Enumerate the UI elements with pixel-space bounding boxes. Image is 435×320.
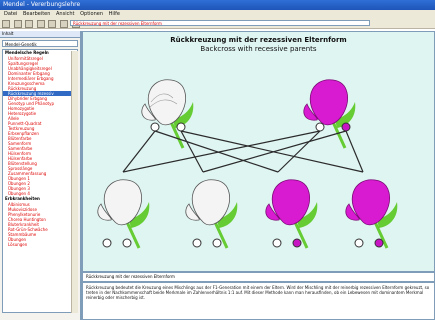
sidebar-title: Inhalt xyxy=(0,31,80,38)
table-of-contents: Mendelsche Regeln Uniformitätsregel Spaltu… xyxy=(2,49,78,313)
home-button[interactable] xyxy=(25,20,34,28)
offspring-white-flower-2 xyxy=(185,179,239,250)
offspring-gametes xyxy=(102,238,384,248)
figure-canvas: Rückkreuzung mit der rezessiven Elternfo… xyxy=(83,32,434,271)
back-button[interactable] xyxy=(2,20,10,28)
parent-gametes xyxy=(150,122,351,132)
sidebar-scrollbar[interactable] xyxy=(71,51,78,313)
caption-bar: Rückkreuzung mit der rezessiven Elternfo… xyxy=(82,272,435,282)
parent-magenta-flower xyxy=(303,79,357,150)
toc-item[interactable]: Lösungen xyxy=(3,242,77,247)
menu-item-view[interactable]: Ansicht xyxy=(56,11,74,17)
window-titlebar: Mendel - Vererbungslehre xyxy=(0,0,435,10)
toolbar: Rückkreuzung mit der rezessiven Elternfo… xyxy=(0,19,435,29)
description-text: Rückkreuzung bedeutet die Kreuzung eines… xyxy=(82,282,435,320)
window-title: Mendel - Vererbungslehre xyxy=(3,1,81,8)
zoom-in-button[interactable] xyxy=(48,20,57,28)
print-button[interactable] xyxy=(36,20,45,28)
menu-item-edit[interactable]: Bearbeiten xyxy=(23,11,50,17)
topic-dropdown[interactable]: Mendel-Genetik xyxy=(2,40,78,47)
caption-label: Rückkreuzung mit der rezessiven Elternfo… xyxy=(86,274,175,279)
offspring-magenta-flower-2 xyxy=(345,179,399,250)
offspring-white-flower-1 xyxy=(97,179,151,250)
offspring-magenta-flower-1 xyxy=(265,179,319,250)
menu-item-help[interactable]: Hilfe xyxy=(109,11,120,17)
forward-button[interactable] xyxy=(13,20,22,28)
content-pane: Rückkreuzung mit der rezessiven Elternfo… xyxy=(82,31,435,272)
menu-item-options[interactable]: Optionen xyxy=(80,11,103,17)
zoom-out-button[interactable] xyxy=(59,20,68,28)
cross-lines xyxy=(122,130,364,173)
menu-item-file[interactable]: Datei xyxy=(4,11,17,17)
backcross-diagram xyxy=(97,79,399,250)
location-field[interactable]: Rückkreuzung mit der rezessiven Elternfo… xyxy=(70,20,370,26)
sidebar: Inhalt Mendel-Genetik Mendelsche Regeln U… xyxy=(0,31,82,320)
